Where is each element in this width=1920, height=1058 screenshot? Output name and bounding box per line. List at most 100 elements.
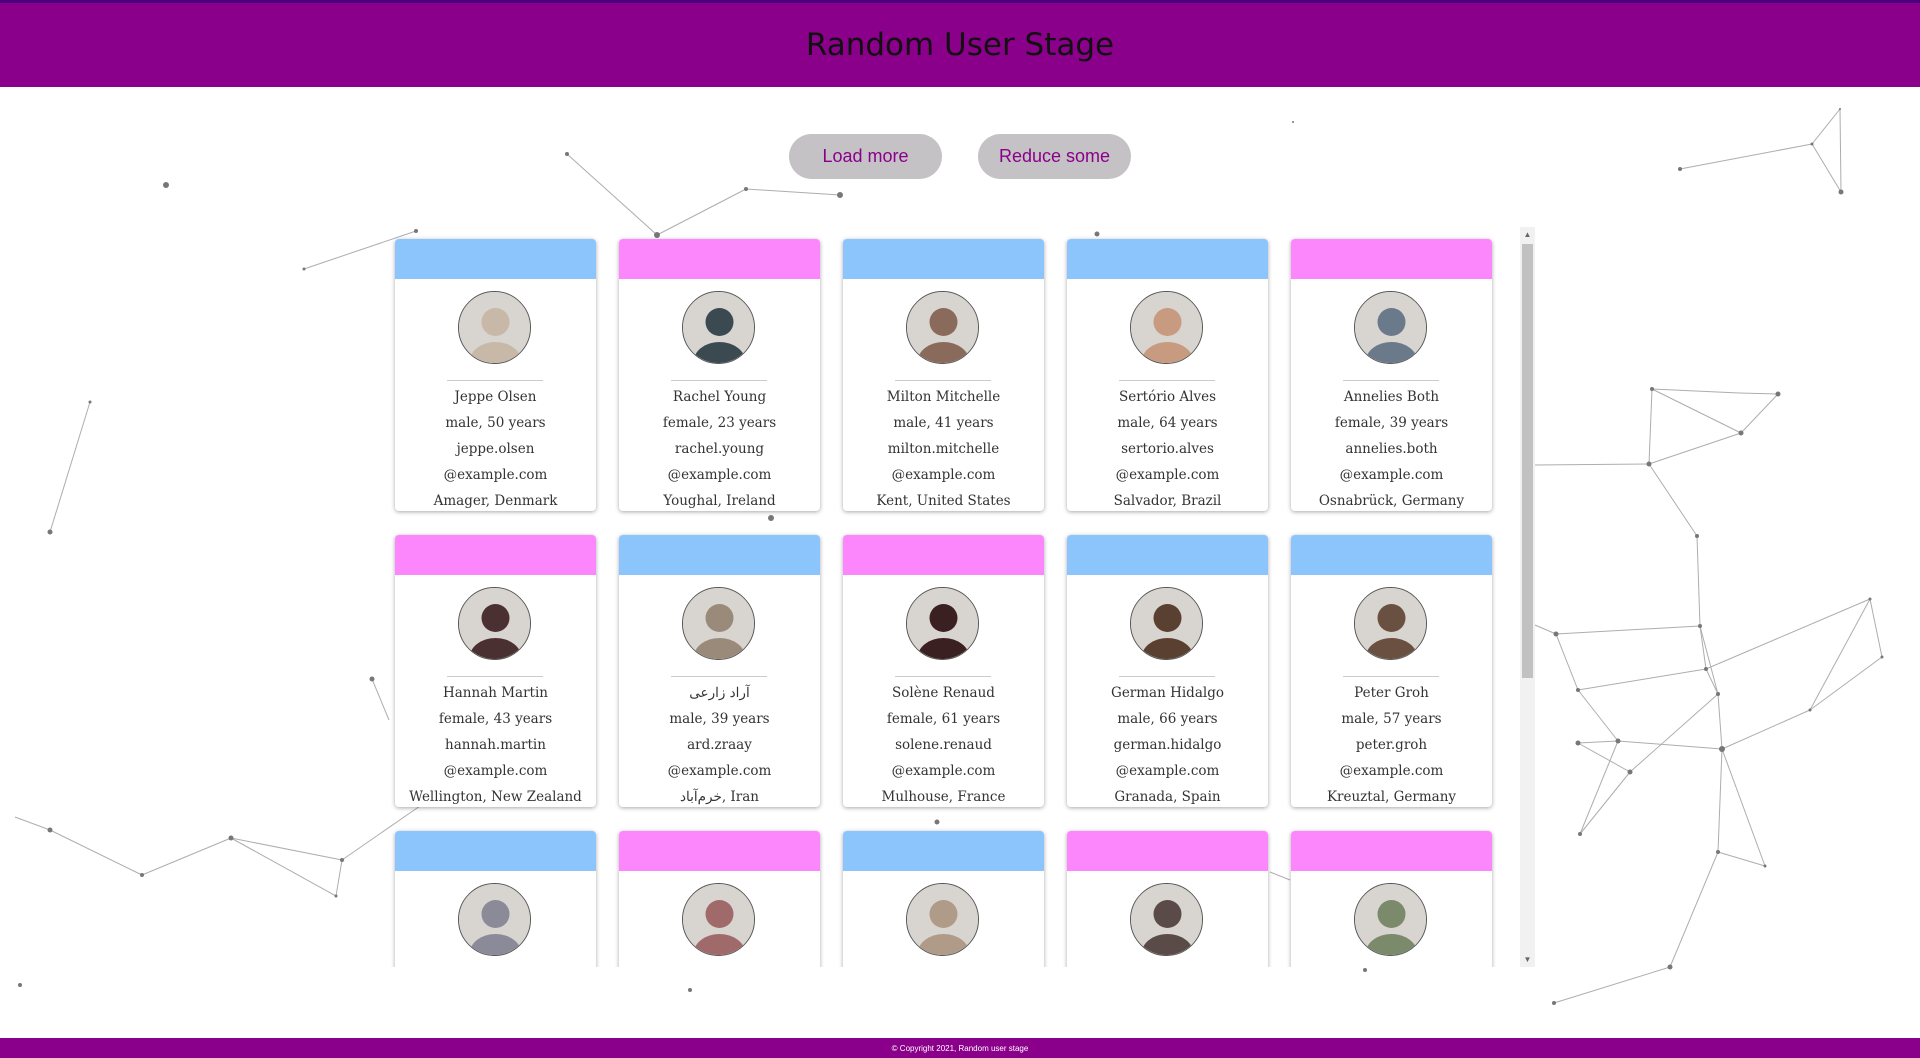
card-gender-banner [1067, 831, 1268, 871]
user-card: Jeppe Olsen male, 50 years jeppe.olsen @exa… [395, 239, 596, 511]
user-email-domain: @example.com [891, 763, 996, 779]
avatar [1130, 883, 1203, 956]
user-email-domain: @example.com [667, 763, 772, 779]
avatar [906, 883, 979, 956]
avatar [458, 291, 531, 364]
user-name: Jeppe Olsen [454, 389, 537, 405]
user-card: Rachel Young female, 23 years rachel.young… [619, 239, 820, 511]
avatar [682, 587, 755, 660]
user-email-domain: @example.com [443, 467, 548, 483]
user-email-domain: @example.com [1115, 763, 1220, 779]
card-gender-banner [395, 535, 596, 575]
user-email-local: hannah.martin [445, 737, 546, 753]
user-card [395, 831, 596, 967]
user-email-domain: @example.com [667, 467, 772, 483]
user-card: Solène Renaud female, 61 years solene.rena… [843, 535, 1044, 807]
user-card-grid: Jeppe Olsen male, 50 years jeppe.olsen @exa… [395, 239, 1492, 967]
user-card: German Hidalgo male, 66 years german.hidal… [1067, 535, 1268, 807]
user-card-list[interactable]: Jeppe Olsen male, 50 years jeppe.olsen @exa… [389, 227, 1536, 967]
avatar [1354, 291, 1427, 364]
user-info: Jeppe Olsen male, 50 years jeppe.olsen @exa… [395, 384, 596, 511]
user-location: Mulhouse, France [881, 789, 1006, 805]
user-location: Granada, Spain [1114, 789, 1221, 805]
user-info: Peter Groh male, 57 years peter.groh @examp… [1291, 680, 1492, 807]
user-location: خرم‌آباد, Iran [680, 789, 759, 805]
user-card: Annelies Both female, 39 years annelies.bo… [1291, 239, 1492, 511]
user-gender-age: male, 57 years [1341, 711, 1442, 727]
reduce-some-button[interactable]: Reduce some [978, 134, 1131, 179]
card-divider [447, 676, 543, 677]
card-divider [1343, 676, 1439, 677]
user-name: آراد زارعی [689, 685, 750, 701]
avatar [682, 883, 755, 956]
user-card: Milton Mitchelle male, 41 years milton.mit… [843, 239, 1044, 511]
load-more-button[interactable]: Load more [789, 134, 942, 179]
user-card: Peter Groh male, 57 years peter.groh @examp… [1291, 535, 1492, 807]
user-name: Rachel Young [672, 389, 767, 405]
user-location: Youghal, Ireland [663, 493, 776, 509]
card-list-scrollbar[interactable]: ▲ ▼ [1520, 227, 1535, 967]
user-gender-age: female, 43 years [438, 711, 553, 727]
user-location: Kreuztal, Germany [1326, 789, 1457, 805]
avatar [458, 883, 531, 956]
user-gender-age: female, 23 years [662, 415, 777, 431]
avatar [682, 291, 755, 364]
user-location: Kent, United States [876, 493, 1011, 509]
card-gender-banner [619, 535, 820, 575]
user-gender-age: male, 39 years [669, 711, 770, 727]
user-name: Sertório Alves [1118, 389, 1217, 405]
card-gender-banner [843, 239, 1044, 279]
card-gender-banner [1067, 239, 1268, 279]
card-divider [1119, 380, 1215, 381]
user-gender-age: male, 41 years [893, 415, 994, 431]
app-header: Random User Stage [0, 0, 1920, 87]
scroll-thumb[interactable] [1522, 244, 1533, 678]
user-email-local: sertorio.alves [1121, 441, 1214, 457]
card-gender-banner [843, 831, 1044, 871]
user-name: Peter Groh [1354, 685, 1429, 701]
card-divider [895, 676, 991, 677]
card-divider [895, 380, 991, 381]
user-email-domain: @example.com [891, 467, 996, 483]
user-email-local: ard.zraay [687, 737, 752, 753]
card-gender-banner [1291, 239, 1492, 279]
user-email-local: rachel.young [674, 441, 765, 457]
card-gender-banner [395, 239, 596, 279]
user-location: Amager, Denmark [433, 493, 558, 509]
user-card [843, 831, 1044, 967]
user-card [619, 831, 820, 967]
avatar [1354, 587, 1427, 660]
user-info: Annelies Both female, 39 years annelies.bo… [1291, 384, 1492, 511]
user-info: Sertório Alves male, 64 years sertorio.alv… [1067, 384, 1268, 511]
avatar [1354, 883, 1427, 956]
card-gender-banner [619, 239, 820, 279]
card-divider [1119, 676, 1215, 677]
user-location: Wellington, New Zealand [409, 789, 582, 805]
page-title: Random User Stage [805, 27, 1115, 63]
user-email-local: german.hidalgo [1113, 737, 1222, 753]
avatar [458, 587, 531, 660]
user-email-domain: @example.com [1115, 467, 1220, 483]
user-card: Hannah Martin female, 43 years hannah.mart… [395, 535, 596, 807]
user-location: Osnabrück, Germany [1318, 493, 1465, 509]
user-email-domain: @example.com [1339, 467, 1444, 483]
user-email-domain: @example.com [443, 763, 548, 779]
user-gender-age: female, 61 years [886, 711, 1001, 727]
scroll-down-arrow-icon[interactable]: ▼ [1520, 952, 1535, 967]
card-divider [447, 380, 543, 381]
scroll-up-arrow-icon[interactable]: ▲ [1520, 227, 1535, 242]
avatar [906, 291, 979, 364]
user-card [1067, 831, 1268, 967]
user-card: Sertório Alves male, 64 years sertorio.alv… [1067, 239, 1268, 511]
avatar [1130, 587, 1203, 660]
card-gender-banner [843, 535, 1044, 575]
user-email-local: jeppe.olsen [456, 441, 535, 457]
user-name: Annelies Both [1343, 389, 1440, 405]
user-gender-age: male, 64 years [1117, 415, 1218, 431]
card-gender-banner [1291, 831, 1492, 871]
user-name: German Hidalgo [1111, 685, 1224, 701]
user-name: Hannah Martin [442, 685, 548, 701]
user-info: Rachel Young female, 23 years rachel.young… [619, 384, 820, 511]
user-email-domain: @example.com [1339, 763, 1444, 779]
user-info: Solène Renaud female, 61 years solene.rena… [843, 680, 1044, 807]
